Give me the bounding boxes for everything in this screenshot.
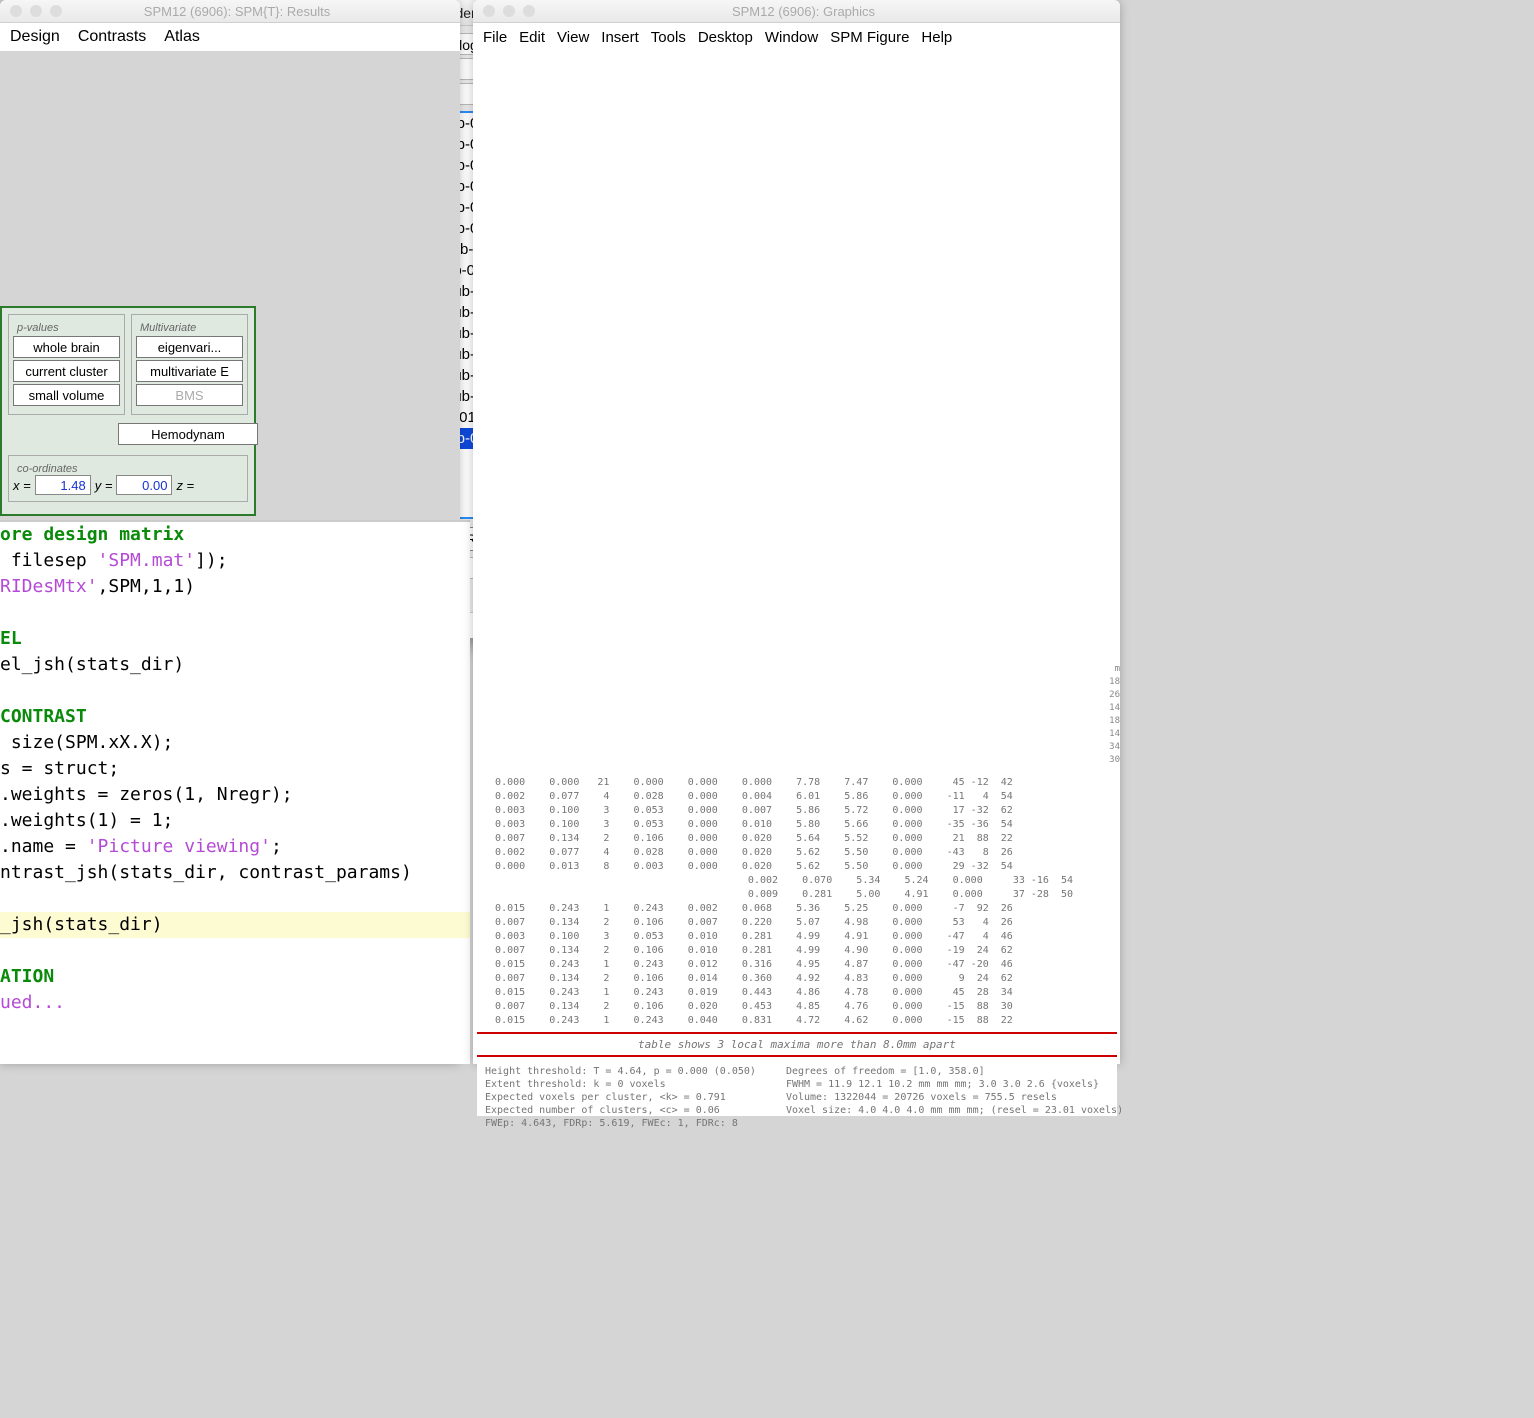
bms-button: BMS: [136, 384, 243, 406]
menu-design[interactable]: Design: [10, 28, 60, 46]
coordinates-legend: co-ordinates: [13, 463, 82, 475]
current-cluster-button[interactable]: current cluster: [13, 360, 120, 382]
stats-right: Degrees of freedom = [1.0, 358.0] FWHM =…: [786, 1065, 1123, 1130]
maximize-icon[interactable]: [523, 5, 535, 17]
menu-view[interactable]: View: [557, 29, 589, 46]
results-titlebar: SPM12 (6906): SPM{T}: Results: [0, 0, 460, 23]
minimize-icon[interactable]: [30, 5, 42, 17]
pvalues-legend: p-values: [13, 322, 63, 334]
multivariate-legend: Multivariate: [136, 322, 200, 334]
multivariate-e-button[interactable]: multivariate E: [136, 360, 243, 382]
minimize-icon[interactable]: [503, 5, 515, 17]
close-icon[interactable]: [10, 5, 22, 17]
menu-spmfigure[interactable]: SPM Figure: [830, 29, 909, 46]
whole-brain-button[interactable]: whole brain: [13, 336, 120, 358]
z-label: z =: [176, 478, 194, 493]
results-window: SPM12 (6906): SPM{T}: Results Design Con…: [0, 0, 460, 1064]
menu-desktop[interactable]: Desktop: [698, 29, 753, 46]
y-label: y =: [95, 478, 113, 493]
results-menubar: Design Contrasts Atlas: [0, 23, 460, 51]
code-editor: ore design matrix filesep 'SPM.mat']); R…: [0, 520, 470, 1064]
menu-contrasts[interactable]: Contrasts: [78, 28, 146, 46]
graphics-titlebar: SPM12 (6906): Graphics: [473, 0, 1120, 23]
menu-tools[interactable]: Tools: [651, 29, 686, 46]
eigenvariate-button[interactable]: eigenvari...: [136, 336, 243, 358]
y-input[interactable]: [116, 475, 172, 495]
graphics-window: SPM12 (6906): Graphics File Edit View In…: [473, 0, 1120, 1064]
menu-edit[interactable]: Edit: [519, 29, 545, 46]
maximize-icon[interactable]: [50, 5, 62, 17]
edge-numbers: m 18 26 14 18 14 34 30: [1109, 663, 1120, 767]
menu-atlas[interactable]: Atlas: [164, 28, 200, 46]
graphics-title: SPM12 (6906): Graphics: [547, 4, 1120, 19]
spm-control-panel: p-values whole brain current cluster sma…: [0, 306, 256, 516]
hemodynamics-button[interactable]: Hemodynam: [118, 423, 258, 445]
results-title: SPM12 (6906): SPM{T}: Results: [74, 4, 460, 19]
menu-file[interactable]: File: [483, 29, 507, 46]
x-label: x =: [13, 478, 31, 493]
graphics-menubar: File Edit View Insert Tools Desktop Wind…: [473, 23, 1120, 51]
stats-area: 0.000 0.000 21 0.000 0.000 0.000 7.78 7.…: [477, 776, 1117, 1116]
stats-footnote: table shows 3 local maxima more than 8.0…: [477, 1038, 1117, 1051]
x-input[interactable]: [35, 475, 91, 495]
close-icon[interactable]: [483, 5, 495, 17]
menu-window[interactable]: Window: [765, 29, 818, 46]
stats-table: 0.000 0.000 21 0.000 0.000 0.000 7.78 7.…: [477, 776, 1117, 1028]
stats-left: Height threshold: T = 4.64, p = 0.000 (0…: [485, 1065, 756, 1130]
menu-help[interactable]: Help: [921, 29, 952, 46]
small-volume-button[interactable]: small volume: [13, 384, 120, 406]
menu-insert[interactable]: Insert: [601, 29, 639, 46]
